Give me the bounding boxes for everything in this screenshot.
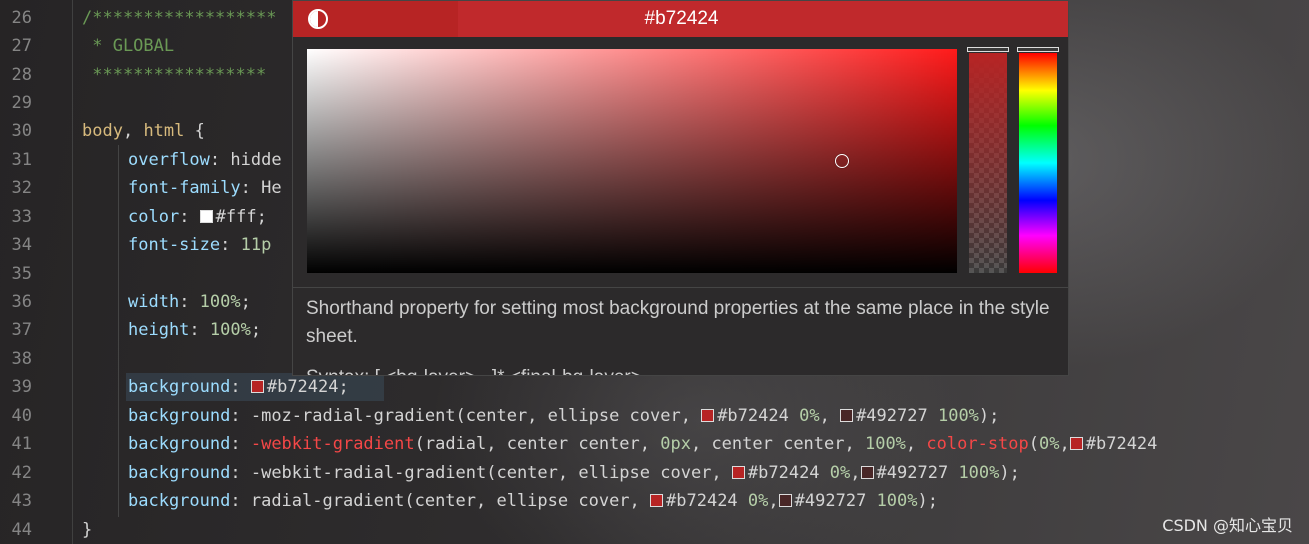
line-number: 40 [11, 406, 32, 426]
hue-slider-handle[interactable] [1017, 47, 1059, 52]
line-number: 28 [11, 65, 32, 85]
code-line-28[interactable]: ***************** [82, 61, 266, 90]
color-swatch[interactable] [650, 494, 664, 507]
opacity-slider-handle[interactable] [967, 47, 1009, 52]
color-swatch[interactable] [778, 494, 792, 507]
color-swatch[interactable] [199, 210, 213, 223]
opacity-slider[interactable] [969, 53, 1007, 273]
line-number-gutter: 26 27 28 29 30 31 32 33 34 35 36 37 38 39 40 41 42 43 44 [0, 0, 72, 544]
hue-slider[interactable] [1019, 53, 1057, 273]
line-number: 35 [11, 264, 32, 284]
color-swatch[interactable] [250, 380, 264, 393]
code-line-36[interactable]: width: 100%; [128, 288, 251, 317]
property-description: Shorthand property for setting most back… [306, 298, 1050, 347]
line-number: 39 [11, 377, 32, 397]
color-picker-header: #b72424 [293, 1, 1068, 37]
line-number: 41 [11, 434, 32, 454]
code-line-30[interactable]: body, html { [82, 117, 205, 146]
line-number: 29 [11, 93, 32, 113]
indent-guide-inner [118, 145, 119, 517]
watermark: CSDN @知心宝贝 [1162, 516, 1293, 535]
code-line-41[interactable]: background: -webkit-gradient(radial, cen… [128, 430, 1157, 459]
code-line-31[interactable]: overflow: hidde [128, 146, 282, 175]
line-number: 43 [11, 491, 32, 511]
code-line-42[interactable]: background: -webkit-radial-gradient(cent… [128, 459, 1020, 488]
line-number: 42 [11, 463, 32, 483]
line-number: 32 [11, 178, 32, 198]
code-line-44[interactable]: } [82, 516, 92, 544]
color-swatch[interactable] [840, 409, 854, 422]
saturation-cursor[interactable] [835, 154, 849, 168]
color-picker-popup[interactable]: #b72424 Shorthand property for setting m… [292, 0, 1069, 376]
code-line-26[interactable]: /****************** [82, 4, 276, 33]
code-line-32[interactable]: font-family: He [128, 174, 282, 203]
color-swatch[interactable] [1069, 437, 1083, 450]
line-number: 30 [11, 121, 32, 141]
code-line-40[interactable]: background: -moz-radial-gradient(center,… [128, 402, 999, 431]
code-line-34[interactable]: font-size: 11p [128, 231, 271, 260]
color-swatch[interactable] [731, 466, 745, 479]
line-number: 26 [11, 8, 32, 28]
color-swatch[interactable] [701, 409, 715, 422]
line-number: 37 [11, 320, 32, 340]
indent-guide [72, 0, 73, 544]
code-line-37[interactable]: height: 100%; [128, 316, 261, 345]
line-number: 31 [11, 150, 32, 170]
code-line-27[interactable]: * GLOBAL [82, 32, 174, 61]
property-syntax: Syntax: [ <bg-layer> , ]* <final-bg-laye… [306, 364, 642, 375]
picker-divider [293, 287, 1068, 288]
color-hex-value[interactable]: #b72424 [293, 1, 1068, 37]
color-swatch[interactable] [860, 466, 874, 479]
code-line-39[interactable]: background: #b72424; [128, 373, 349, 402]
code-line-43[interactable]: background: radial-gradient(center, elli… [128, 487, 938, 516]
saturation-brightness-box[interactable] [307, 49, 957, 273]
line-number: 27 [11, 36, 32, 56]
code-line-33[interactable]: color: #fff; [128, 203, 267, 232]
line-number: 34 [11, 235, 32, 255]
line-number: 33 [11, 207, 32, 227]
line-number: 44 [11, 520, 32, 540]
line-number: 38 [11, 349, 32, 369]
line-number: 36 [11, 292, 32, 312]
